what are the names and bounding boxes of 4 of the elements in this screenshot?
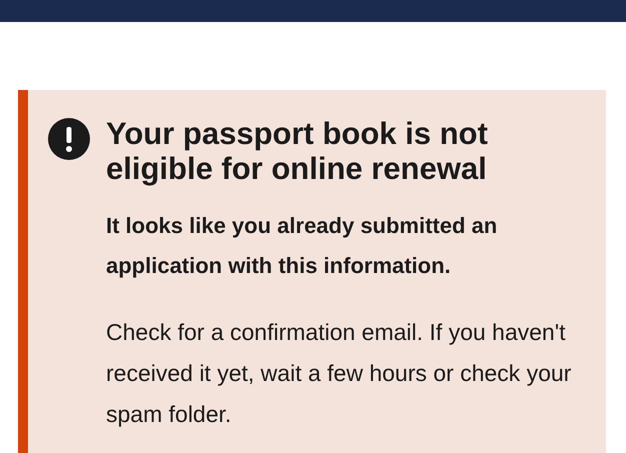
alert-body-text: Check for a confirmation email. If you haven't received it yet, wait a few hours or check your spam folder. [106,318,572,429]
alert-lead-text: It looks like you already submitted an application with this information. [106,212,498,280]
alert-heading: Your passport book is not eligible for online renewal [106,116,489,186]
alert-icon [48,118,90,160]
